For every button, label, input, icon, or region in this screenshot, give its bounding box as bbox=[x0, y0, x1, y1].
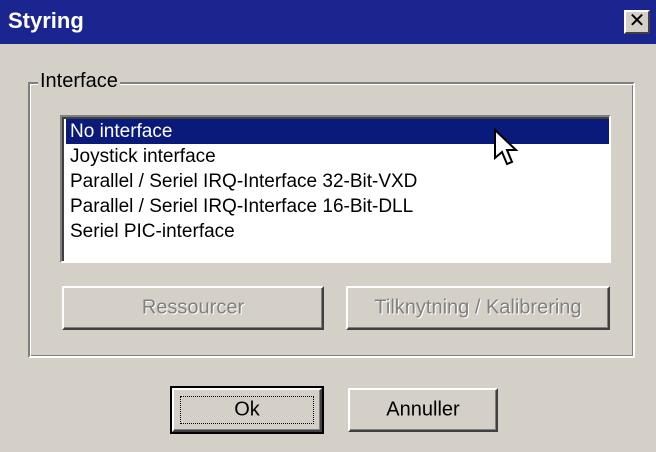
resources-button[interactable]: Ressourcer bbox=[62, 286, 324, 330]
list-item-no-interface[interactable]: No interface bbox=[66, 119, 609, 144]
dialog-window: Styring ✕ Interface No interface Joystic… bbox=[0, 0, 656, 452]
close-icon: ✕ bbox=[628, 10, 646, 32]
list-item-joystick-interface[interactable]: Joystick interface bbox=[66, 144, 609, 169]
ok-button-label: Ok bbox=[234, 398, 260, 421]
title-bar[interactable]: Styring ✕ bbox=[0, 0, 656, 44]
cancel-button-label: Annuller bbox=[386, 398, 460, 421]
interface-listbox[interactable]: No interface Joystick interface Parallel… bbox=[60, 115, 611, 263]
mouse-cursor-icon bbox=[494, 128, 519, 166]
list-item-parallel-16bit-dll[interactable]: Parallel / Seriel IRQ-Interface 16-Bit-D… bbox=[66, 194, 609, 219]
connect-calibrate-button[interactable]: Tilknytning / Kalibrering bbox=[346, 286, 610, 330]
close-button[interactable]: ✕ bbox=[624, 10, 650, 34]
connect-calibrate-button-label: Tilknytning / Kalibrering bbox=[374, 296, 582, 319]
window-title: Styring bbox=[8, 8, 84, 33]
ok-button[interactable]: Ok bbox=[170, 386, 324, 434]
cancel-button[interactable]: Annuller bbox=[348, 388, 498, 432]
interface-group-label: Interface bbox=[38, 70, 120, 93]
list-item-seriel-pic-interface[interactable]: Seriel PIC-interface bbox=[66, 219, 609, 244]
resources-button-label: Ressourcer bbox=[141, 296, 245, 319]
list-item-parallel-32bit-vxd[interactable]: Parallel / Seriel IRQ-Interface 32-Bit-V… bbox=[66, 169, 609, 194]
